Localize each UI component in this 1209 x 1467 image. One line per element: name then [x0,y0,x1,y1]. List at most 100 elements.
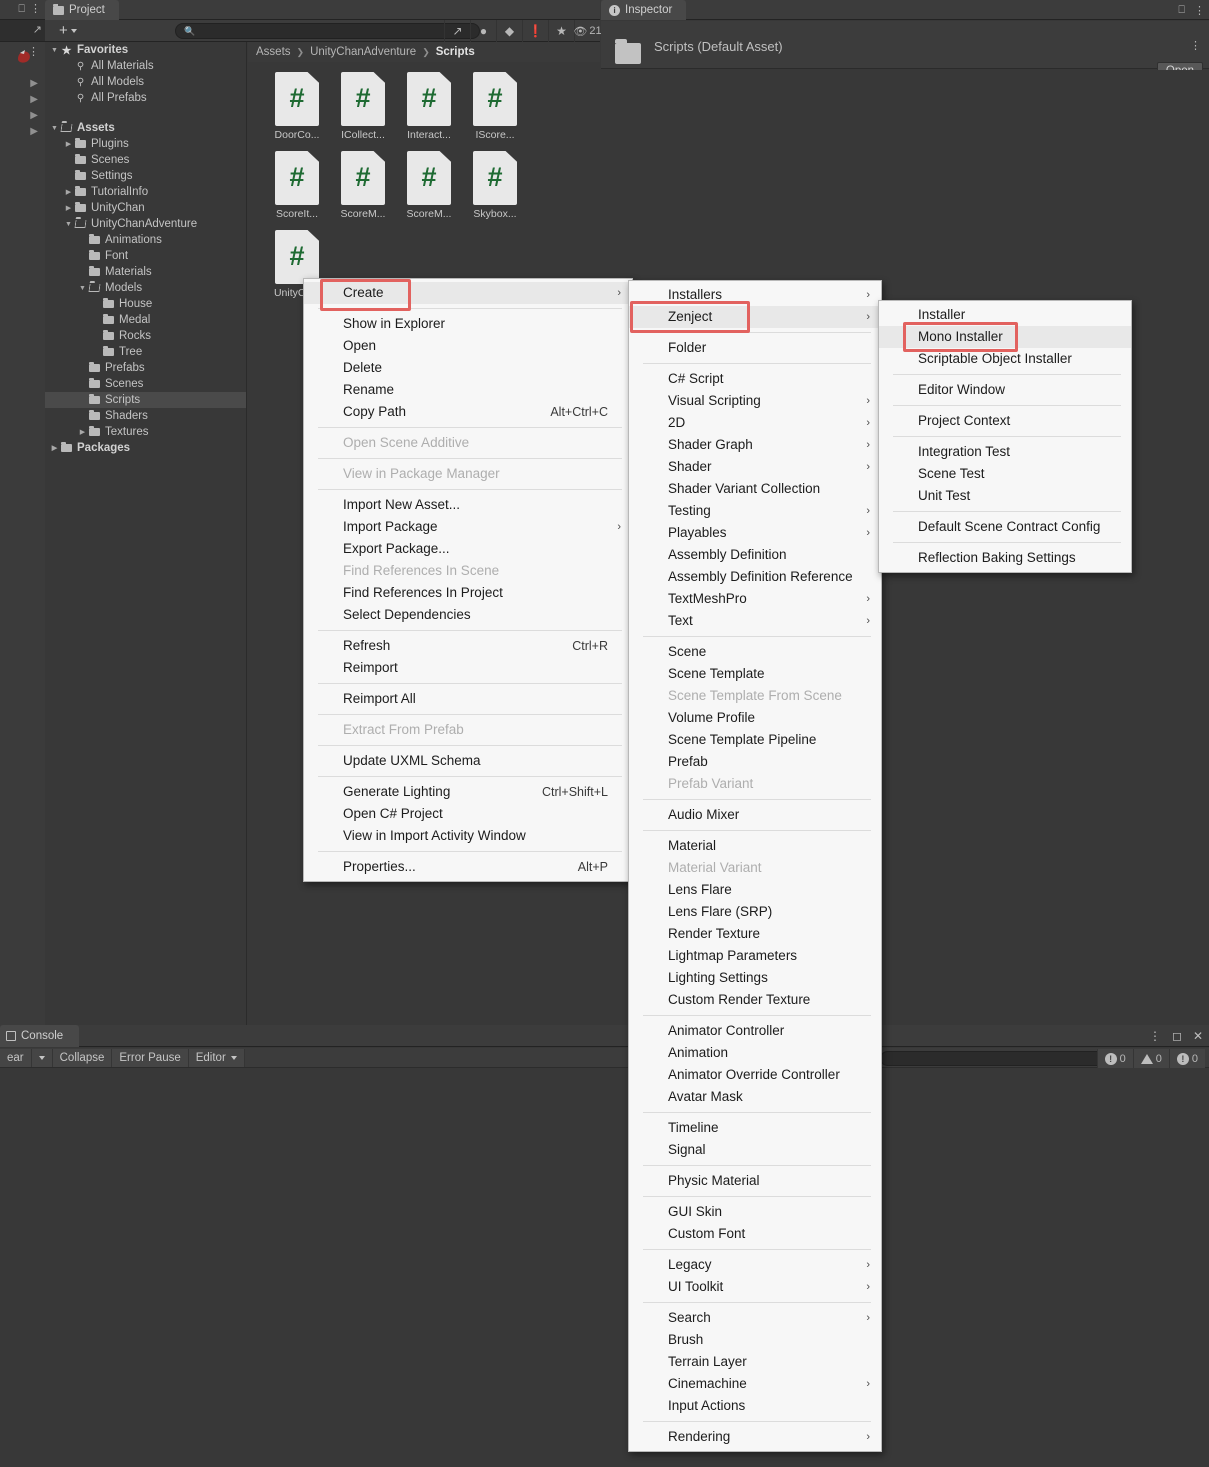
search-input[interactable] [199,25,459,37]
menu-item-import-new-asset[interactable]: Import New Asset... [304,494,632,516]
chevron-down-icon[interactable]: ▼ [49,47,60,54]
create-dropdown-button[interactable]: + [51,22,85,40]
menu-item-render-texture[interactable]: Render Texture [629,923,881,945]
maximize-icon[interactable]: ◻ [1172,1029,1182,1043]
tab-console[interactable]: Console [0,1025,79,1047]
menu-item-timeline[interactable]: Timeline [629,1117,881,1139]
maximize-icon[interactable]: ⎕ [18,4,25,15]
menu-item-2d[interactable]: 2D› [629,412,881,434]
warning-count[interactable]: 0 [1133,1049,1169,1068]
menu-item-copy-path[interactable]: Copy PathAlt+Ctrl+C [304,401,632,423]
chevron-right-icon[interactable]: ▶ [0,78,45,94]
menu-item-delete[interactable]: Delete [304,357,632,379]
menu-item-lighting-settings[interactable]: Lighting Settings [629,967,881,989]
menu-item-audio-mixer[interactable]: Audio Mixer [629,804,881,826]
menu-item-testing[interactable]: Testing› [629,500,881,522]
tree-item-medal[interactable]: ▶Medal [45,312,246,328]
menu-item-find-references-in-project[interactable]: Find References In Project [304,582,632,604]
menu-item-animation[interactable]: Animation [629,1042,881,1064]
menu-item-rename[interactable]: Rename [304,379,632,401]
tree-item-tutorialinfo[interactable]: ▶TutorialInfo [45,184,246,200]
tab-inspector[interactable]: i Inspector [601,0,686,20]
tree-item-shaders[interactable]: ▶Shaders [45,408,246,424]
menu-item-text[interactable]: Text› [629,610,881,632]
tree-item-scripts[interactable]: ▶Scripts [45,392,246,408]
kebab-menu-icon[interactable]: ⋮ [30,4,41,15]
menu-item-scene-template[interactable]: Scene Template [629,663,881,685]
tree-item-plugins[interactable]: ▶Plugins [45,136,246,152]
console-search-input[interactable] [880,1051,1105,1066]
kebab-menu-icon[interactable]: ⋮ [1149,1029,1161,1043]
menu-item-visual-scripting[interactable]: Visual Scripting› [629,390,881,412]
asset-item[interactable]: #ScoreIt... [264,151,330,220]
menu-item-assembly-definition-reference[interactable]: Assembly Definition Reference [629,566,881,588]
tree-item-animations[interactable]: ▶Animations [45,232,246,248]
chevron-right-icon[interactable]: ▶ [49,444,60,452]
visible-count[interactable]: 👁 21 [574,20,600,42]
chevron-right-icon[interactable]: ▶ [0,110,45,126]
chevron-right-icon[interactable]: ▶ [63,140,74,148]
chevron-down-icon[interactable]: ▼ [77,285,88,292]
menu-item-brush[interactable]: Brush [629,1329,881,1351]
maximize-icon[interactable]: ⎕ [1178,4,1185,17]
kebab-menu-icon[interactable]: ⋮ [1190,39,1201,52]
project-search-box[interactable]: 🔍 [175,23,480,39]
menu-item-animator-controller[interactable]: Animator Controller [629,1020,881,1042]
collapse-toggle[interactable]: Collapse [53,1049,113,1067]
tree-item-models[interactable]: ▼Models [45,280,246,296]
menu-item-animator-override-controller[interactable]: Animator Override Controller [629,1064,881,1086]
tree-item-all-materials[interactable]: ▶⚲All Materials [45,58,246,74]
menu-item-rendering[interactable]: Rendering› [629,1426,881,1448]
menu-item-volume-profile[interactable]: Volume Profile [629,707,881,729]
tree-item-textures[interactable]: ▶Textures [45,424,246,440]
zenject-submenu[interactable]: InstallerMono InstallerScriptable Object… [878,300,1132,573]
menu-item-physic-material[interactable]: Physic Material [629,1170,881,1192]
menu-item-create[interactable]: Create› [304,282,632,304]
label-filter-icon[interactable]: ◆ [496,20,522,42]
menu-item-ui-toolkit[interactable]: UI Toolkit› [629,1276,881,1298]
menu-item-custom-render-texture[interactable]: Custom Render Texture [629,989,881,1011]
menu-item-view-in-import-activity-window[interactable]: View in Import Activity Window [304,825,632,847]
menu-item-lens-flare-srp[interactable]: Lens Flare (SRP) [629,901,881,923]
menu-item-generate-lighting[interactable]: Generate LightingCtrl+Shift+L [304,781,632,803]
menu-item-import-package[interactable]: Import Package› [304,516,632,538]
menu-item-reflection-baking-settings[interactable]: Reflection Baking Settings [879,547,1131,569]
menu-item-mono-installer[interactable]: Mono Installer [879,326,1131,348]
menu-item-integration-test[interactable]: Integration Test [879,441,1131,463]
menu-item-zenject[interactable]: Zenject› [629,306,881,328]
menu-item-playables[interactable]: Playables› [629,522,881,544]
tree-item-unitychanadventure[interactable]: ▼UnityChanAdventure [45,216,246,232]
menu-item-folder[interactable]: Folder [629,337,881,359]
close-icon[interactable]: ✕ [1193,1029,1203,1043]
menu-item-signal[interactable]: Signal [629,1139,881,1161]
tree-item-prefabs[interactable]: ▶Prefabs [45,360,246,376]
menu-item-legacy[interactable]: Legacy› [629,1254,881,1276]
menu-item-properties[interactable]: Properties...Alt+P [304,856,632,878]
tree-item-all-prefabs[interactable]: ▶⚲All Prefabs [45,90,246,106]
menu-item-c-script[interactable]: C# Script [629,368,881,390]
warning-filter-icon[interactable]: ❗ [522,20,548,42]
menu-item-cinemachine[interactable]: Cinemachine› [629,1373,881,1395]
menu-item-reimport-all[interactable]: Reimport All [304,688,632,710]
project-tree-pane[interactable]: ▼★Favorites▶⚲All Materials▶⚲All Models▶⚲… [45,42,247,1025]
menu-item-refresh[interactable]: RefreshCtrl+R [304,635,632,657]
asset-item[interactable]: #ScoreM... [330,151,396,220]
tree-item-settings[interactable]: ▶Settings [45,168,246,184]
create-submenu[interactable]: Installers›Zenject›FolderC# ScriptVisual… [628,280,882,1452]
error-count[interactable]: ! 0 [1169,1049,1205,1068]
avatar-filter-icon[interactable]: ● [470,20,496,42]
menu-item-select-dependencies[interactable]: Select Dependencies [304,604,632,626]
tree-item-assets[interactable]: ▼Assets [45,120,246,136]
menu-item-export-package[interactable]: Export Package... [304,538,632,560]
menu-item-scene-template-pipeline[interactable]: Scene Template Pipeline [629,729,881,751]
menu-item-lightmap-parameters[interactable]: Lightmap Parameters [629,945,881,967]
menu-item-scene-test[interactable]: Scene Test [879,463,1131,485]
menu-item-scriptable-object-installer[interactable]: Scriptable Object Installer [879,348,1131,370]
menu-item-default-scene-contract-config[interactable]: Default Scene Contract Config [879,516,1131,538]
tree-item-rocks[interactable]: ▶Rocks [45,328,246,344]
chevron-right-icon[interactable]: ▶ [63,204,74,212]
menu-item-avatar-mask[interactable]: Avatar Mask [629,1086,881,1108]
error-pause-toggle[interactable]: Error Pause [112,1049,188,1067]
menu-item-textmeshpro[interactable]: TextMeshPro› [629,588,881,610]
menu-item-search[interactable]: Search› [629,1307,881,1329]
